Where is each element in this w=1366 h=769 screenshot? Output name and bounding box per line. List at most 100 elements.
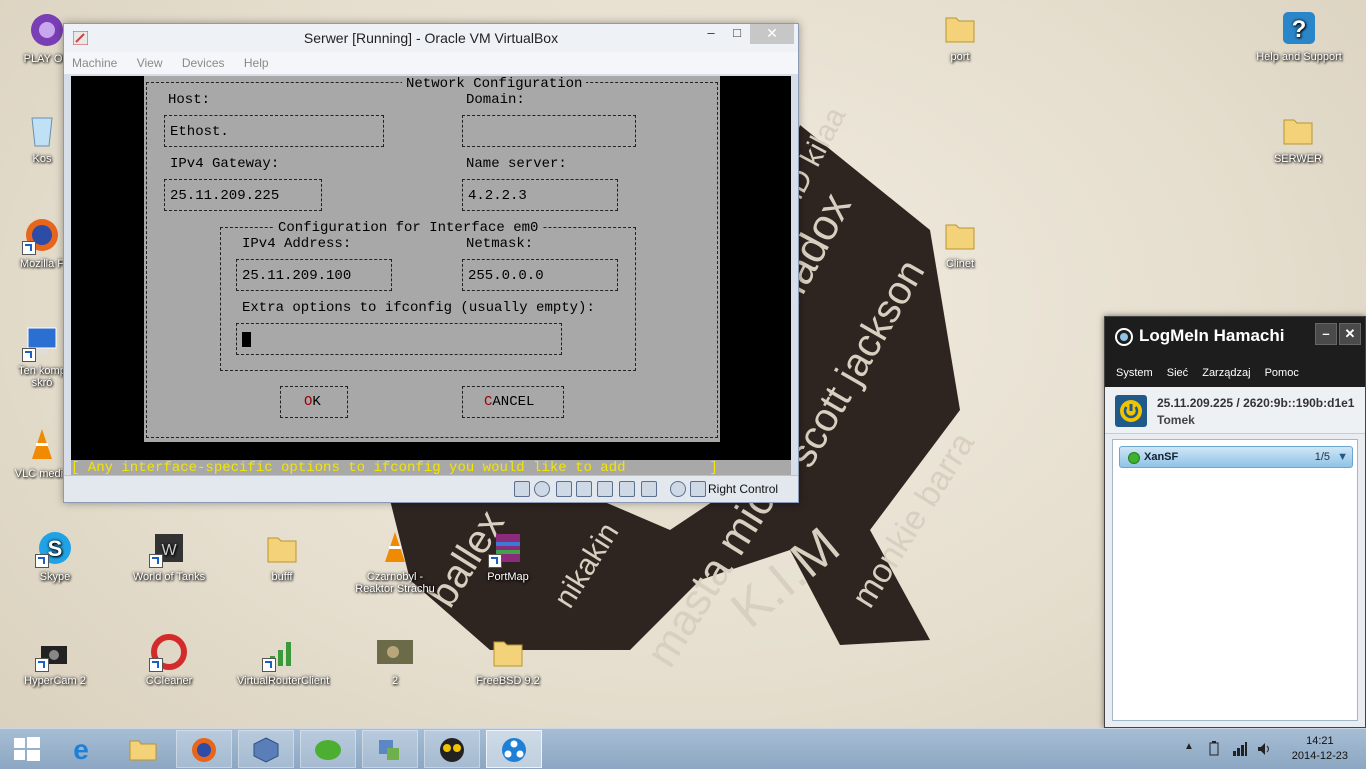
hamachi-close-button[interactable]: ✕ <box>1339 323 1361 345</box>
network-lock-icon <box>379 740 399 760</box>
minimize-button[interactable]: – <box>698 24 724 44</box>
folder-icon <box>1278 110 1318 150</box>
desktop-icon-ccleaner[interactable]: CCleaner <box>124 632 214 687</box>
desktop-icon-image-2[interactable]: 2 <box>350 632 440 687</box>
signal-strength-icon[interactable] <box>1232 741 1248 757</box>
menu-system[interactable]: System <box>1116 367 1153 379</box>
network-icon[interactable] <box>619 481 635 497</box>
taskbar: e ▲ 14:21 2014-12-23 <box>0 728 1366 769</box>
menu-siec[interactable]: Sieć <box>1167 367 1188 379</box>
desktop-icon-skype[interactable]: S Skype <box>10 528 100 583</box>
taskbar-hamachi[interactable] <box>486 730 542 768</box>
hamachi-icon <box>502 738 526 762</box>
desktop-icon-label: FreeBSD 9.2 <box>476 675 540 687</box>
menu-bar: Machine View Devices Help <box>64 52 798 74</box>
network-configuration-dialog: Network Configuration Host: Ethost. Doma… <box>144 76 720 442</box>
ok-button[interactable]: OK <box>304 394 321 410</box>
usb-icon[interactable] <box>556 481 572 497</box>
svg-text:masta mic: masta mic <box>637 479 785 670</box>
desktop-icon-virtualrouter[interactable]: VirtualRouterClient <box>237 632 329 687</box>
desktop-icon-port[interactable]: port <box>915 8 1005 63</box>
svg-text:?: ? <box>1292 16 1307 43</box>
firefox-icon <box>192 738 216 762</box>
close-button[interactable]: ✕ <box>750 24 794 44</box>
recycle-bin-icon <box>22 110 62 150</box>
maximize-button[interactable]: □ <box>724 24 750 44</box>
desktop-icon-czarnobyl[interactable]: Czarnobyl - Reaktor Strachu <box>350 528 440 595</box>
vlc-cone-icon <box>22 425 62 465</box>
optical-drive-icon[interactable] <box>534 481 550 497</box>
netmask-input[interactable]: 255.0.0.0 <box>468 268 544 284</box>
nameserver-input[interactable]: 4.2.2.3 <box>468 188 527 204</box>
virtualbox-app-icon <box>73 31 88 45</box>
svg-text:S: S <box>48 536 63 561</box>
gateway-input[interactable]: 25.11.209.225 <box>170 188 279 204</box>
world-of-tanks-icon: W <box>149 528 189 568</box>
folder-icon <box>488 632 528 672</box>
taskbar-network-tool[interactable] <box>362 730 418 768</box>
taskbar-internet-explorer[interactable]: e <box>54 730 110 768</box>
taskbar-hamachi-tray[interactable] <box>300 730 356 768</box>
hamachi-identity-panel: 25.11.209.225 / 2620:9b::190b:d1e1 Tomek <box>1105 387 1365 434</box>
desktop-icon-help-and-support[interactable]: ? Help and Support <box>1246 8 1352 63</box>
menu-view[interactable]: View <box>137 56 163 70</box>
host-input[interactable]: Ethost. <box>170 124 229 140</box>
menu-zarzadzaj[interactable]: Zarządzaj <box>1202 367 1250 379</box>
desktop-icon-label: Skype <box>39 571 71 583</box>
taskbar-virtualbox[interactable] <box>238 730 294 768</box>
hamachi-menu-bar: System Sieć Zarządzaj Pomoc <box>1105 361 1365 385</box>
host-key-label: Right Control <box>708 482 779 496</box>
hamachi-titlebar[interactable]: LogMeIn Hamachi – ✕ <box>1105 317 1365 351</box>
display-icon[interactable] <box>641 481 657 497</box>
cancel-label-rest: ANCEL <box>492 394 535 410</box>
folder-icon[interactable] <box>597 481 613 497</box>
start-button[interactable] <box>0 730 50 768</box>
svg-text:scott jackson: scott jackson <box>780 252 934 474</box>
taskbar-clock[interactable]: 14:21 2014-12-23 <box>1292 734 1348 764</box>
taskbar-file-explorer[interactable] <box>116 730 172 768</box>
taskbar-firefox[interactable] <box>176 730 232 768</box>
hamachi-window[interactable]: LogMeIn Hamachi – ✕ System Sieć Zarządza… <box>1104 316 1366 728</box>
chevron-up-icon[interactable]: ▲ <box>1184 741 1194 752</box>
hard-disk-icon[interactable] <box>514 481 530 497</box>
taskbar-lemur-app[interactable] <box>424 730 480 768</box>
desktop-icon-hypercam[interactable]: HyperCam 2 <box>10 632 100 687</box>
desktop-icon-serwer[interactable]: SERWER <box>1253 110 1343 165</box>
chevron-down-icon[interactable]: ▼ <box>1337 447 1348 467</box>
desktop-icon-freebsd[interactable]: FreeBSD 9.2 <box>463 632 553 687</box>
winrar-archive-icon <box>488 528 528 568</box>
mouse-integration-icon[interactable] <box>670 481 686 497</box>
network-item-xansf[interactable]: XanSF 1/5 ▼ <box>1119 446 1353 468</box>
battery-power-icon[interactable] <box>1206 741 1222 757</box>
menu-devices[interactable]: Devices <box>182 56 225 70</box>
desktop-icon-label: PortMap <box>487 571 529 583</box>
svg-text:W: W <box>161 542 177 559</box>
ipv4-label: IPv4 Address: <box>242 236 352 252</box>
ok-label-rest: K <box>312 394 321 410</box>
menu-machine[interactable]: Machine <box>72 56 117 70</box>
shared-folder-icon[interactable] <box>576 481 592 497</box>
network-name: XanSF <box>1144 451 1179 463</box>
desktop-icon-bufff[interactable]: bufff <box>237 528 327 583</box>
desktop-icon-world-of-tanks[interactable]: W World of Tanks <box>124 528 214 583</box>
power-button[interactable] <box>1115 395 1147 427</box>
firefox-icon <box>22 215 62 255</box>
desktop-icon-portmap[interactable]: PortMap <box>463 528 553 583</box>
folder-icon <box>940 8 980 48</box>
svg-text:monkie barra: monkie barra <box>845 426 982 614</box>
hamachi-minimize-button[interactable]: – <box>1315 323 1337 345</box>
network-member-count: 1/5 <box>1314 451 1330 463</box>
desktop-icon-clinet[interactable]: Clinet <box>915 215 1005 270</box>
virtualbox-window[interactable]: Serwer [Running] - Oracle VM VirtualBox … <box>63 23 799 503</box>
cancel-button[interactable]: CANCEL <box>484 394 534 410</box>
window-titlebar[interactable]: Serwer [Running] - Oracle VM VirtualBox … <box>64 24 798 52</box>
hamachi-logo-icon <box>1115 328 1133 346</box>
menu-help[interactable]: Help <box>244 56 269 70</box>
ipv4-input[interactable]: 25.11.209.100 <box>242 268 351 284</box>
menu-pomoc[interactable]: Pomoc <box>1265 367 1299 379</box>
speaker-icon[interactable] <box>1256 741 1272 757</box>
nameserver-label: Name server: <box>466 156 567 172</box>
vm-console-screen[interactable]: Network Configuration Host: Ethost. Doma… <box>71 76 791 476</box>
keyboard-capture-icon[interactable] <box>690 481 706 497</box>
netmask-label: Netmask: <box>466 236 534 252</box>
